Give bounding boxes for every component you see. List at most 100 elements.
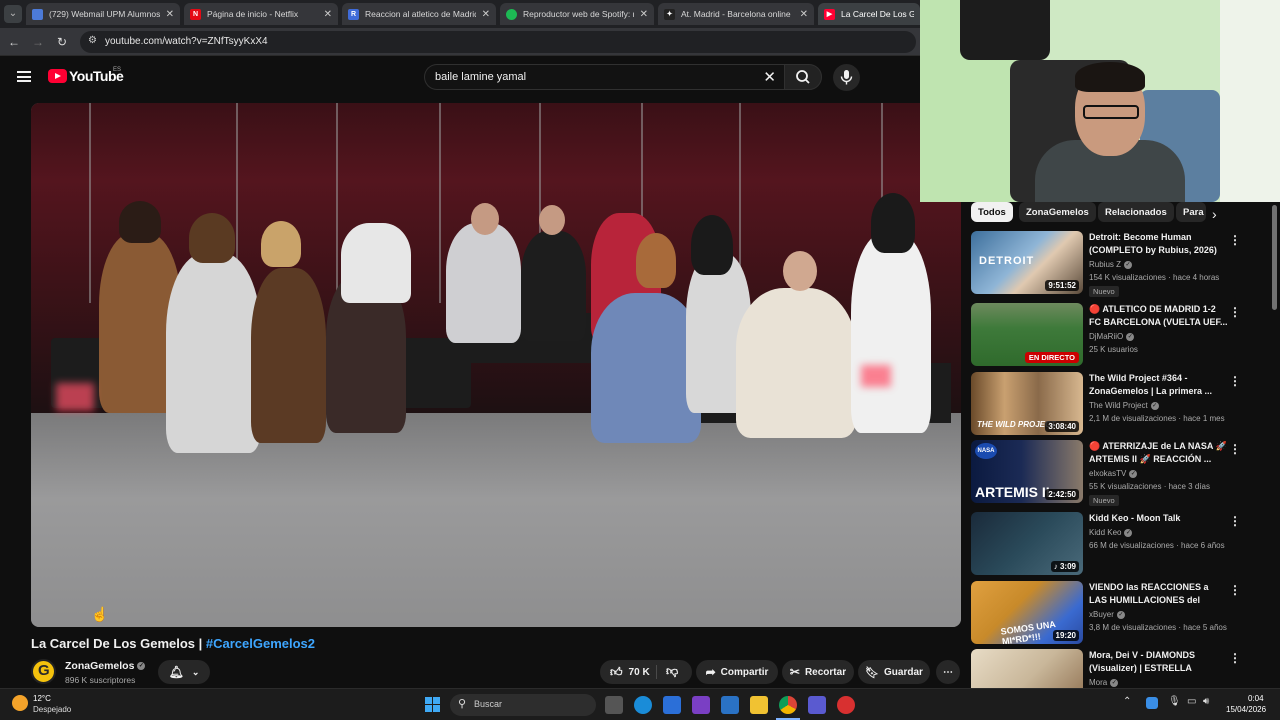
chevron-right-icon[interactable]: › xyxy=(1212,206,1217,222)
recommended-video[interactable]: THE WILD PROJECT 3:08:40 The Wild Projec… xyxy=(971,372,1271,436)
more-options-icon[interactable]: ⋮ xyxy=(1229,305,1241,319)
task-view-icon[interactable] xyxy=(605,696,623,714)
browser-tab[interactable]: (729) Webmail UPM Alumnos ✕ xyxy=(26,3,180,25)
browser-tab[interactable]: ✦ At. Madrid - Barcelona online ✕ xyxy=(658,3,814,25)
clear-search-icon[interactable]: ✕ xyxy=(763,68,776,86)
video-title[interactable]: VIENDO las REACCIONES a LAS HUMILLACIONE… xyxy=(1089,581,1229,607)
video-duration: 2:42:50 xyxy=(1045,489,1079,500)
more-options-icon[interactable]: ⋮ xyxy=(1229,514,1241,528)
weather-temp[interactable]: 12°C xyxy=(33,694,51,703)
video-thumbnail[interactable]: DETROIT 9:51:52 xyxy=(971,231,1083,294)
video-channel[interactable]: The Wild Project ✓ xyxy=(1089,401,1159,410)
browser-tab[interactable]: Reproductor web de Spotify: m ✕ xyxy=(500,3,654,25)
video-thumbnail[interactable]: EN DIRECTO xyxy=(971,303,1083,366)
video-channel[interactable]: DjMaRiiO ✓ xyxy=(1089,332,1135,341)
dislike-button[interactable]: 👎︎ xyxy=(666,664,678,679)
video-thumbnail[interactable]: SOMOS UNA MI*RD*!!! 19:20 xyxy=(971,581,1083,644)
hamburger-menu-icon[interactable] xyxy=(17,71,31,82)
notifications-button[interactable]: 🔔︎ ⌄ xyxy=(158,660,210,684)
video-title[interactable]: Detroit: Become Human (COMPLETO by Rubiu… xyxy=(1089,231,1229,257)
video-meta: 55 K visualizaciones · hace 3 días xyxy=(1089,482,1210,491)
clock-date[interactable]: 15/04/2026 xyxy=(1226,705,1266,714)
youtube-logo-icon[interactable] xyxy=(48,69,67,83)
video-channel[interactable]: Rubius Z ✓ xyxy=(1089,260,1133,269)
like-button[interactable]: 👍︎ 70 K xyxy=(610,665,650,680)
more-options-icon[interactable]: ⋮ xyxy=(1229,651,1241,665)
more-options-icon[interactable]: ⋮ xyxy=(1229,233,1241,247)
chip-para[interactable]: Para xyxy=(1176,202,1206,222)
file-explorer-icon[interactable] xyxy=(750,696,768,714)
recommended-video[interactable]: NASA ARTEMIS II 2:42:50 🔴 ATERRIZAJE de … xyxy=(971,440,1271,506)
channel-avatar[interactable]: G xyxy=(31,659,56,684)
recommended-video[interactable]: Mora, Dei V - DIAMONDS (Visualizer) | ES… xyxy=(971,649,1271,688)
back-icon[interactable]: ← xyxy=(5,33,23,51)
close-tab-icon[interactable]: ✕ xyxy=(800,9,808,20)
close-tab-icon[interactable]: ✕ xyxy=(166,9,174,20)
channel-name-text: ZonaGemelos xyxy=(65,660,135,672)
close-tab-icon[interactable]: ✕ xyxy=(324,9,332,20)
windows-start-icon[interactable] xyxy=(425,697,441,713)
forward-icon[interactable]: → xyxy=(29,33,47,51)
recommended-video[interactable]: SOMOS UNA MI*RD*!!! 19:20 VIENDO las REA… xyxy=(971,581,1271,645)
reload-icon[interactable]: ↻ xyxy=(53,33,71,51)
store-icon[interactable] xyxy=(663,696,681,714)
close-tab-icon[interactable]: ✕ xyxy=(640,9,648,20)
tab-search-icon[interactable]: ⌄ xyxy=(4,5,22,23)
onedrive-icon[interactable] xyxy=(1146,697,1158,709)
outlook-icon[interactable] xyxy=(721,696,739,714)
video-thumbnail[interactable]: ♪ 3:09 xyxy=(971,512,1083,575)
video-thumbnail[interactable]: THE WILD PROJECT 3:08:40 xyxy=(971,372,1083,435)
video-thumbnail[interactable] xyxy=(971,649,1083,688)
app-icon[interactable] xyxy=(837,696,855,714)
save-button[interactable]: 🔖︎ Guardar xyxy=(858,660,930,684)
video-player[interactable]: ☝ xyxy=(31,103,961,627)
network-icon[interactable]: ▭ xyxy=(1187,696,1196,707)
scrollbar[interactable] xyxy=(1272,205,1277,310)
share-button[interactable]: ➦ Compartir xyxy=(696,660,778,684)
video-title[interactable]: 🔴 ATLETICO DE MADRID 1-2 FC BARCELONA (V… xyxy=(1089,303,1229,329)
close-tab-icon[interactable]: ✕ xyxy=(482,9,490,20)
browser-tab[interactable]: R Reaccion al atletico de Madrid ✕ xyxy=(342,3,496,25)
more-options-icon[interactable]: ⋮ xyxy=(1229,374,1241,388)
chevron-up-icon[interactable]: ⌃ xyxy=(1123,696,1131,707)
more-actions-button[interactable]: ⋯ xyxy=(936,660,960,684)
chip-relacionados[interactable]: Relacionados xyxy=(1098,202,1174,222)
more-options-icon[interactable]: ⋮ xyxy=(1229,442,1241,456)
recommended-video[interactable]: EN DIRECTO 🔴 ATLETICO DE MADRID 1-2 FC B… xyxy=(971,303,1271,367)
video-title[interactable]: Mora, Dei V - DIAMONDS (Visualizer) | ES… xyxy=(1089,649,1229,675)
video-channel[interactable]: Kidd Keo ✓ xyxy=(1089,528,1133,537)
site-info-icon[interactable]: ⚙ xyxy=(88,35,97,46)
chrome-icon[interactable] xyxy=(779,696,797,714)
visual-studio-icon[interactable] xyxy=(692,696,710,714)
video-channel[interactable]: elxokasTV ✓ xyxy=(1089,469,1138,478)
video-hashtag-link[interactable]: #CarcelGemelos2 xyxy=(206,636,315,651)
volume-icon[interactable]: 🔊︎ xyxy=(1203,696,1209,707)
search-button[interactable] xyxy=(784,64,822,90)
video-title[interactable]: Kidd Keo - Moon Talk xyxy=(1089,512,1229,525)
browser-tab[interactable]: N Página de inicio - Netflix ✕ xyxy=(184,3,338,25)
chip-label: ZonaGemelos xyxy=(1026,206,1089,218)
bell-icon: 🔔︎ xyxy=(168,665,184,679)
voice-search-button[interactable] xyxy=(833,64,860,91)
search-input[interactable]: baile lamine yamal ✕ xyxy=(424,64,784,90)
recommended-video[interactable]: ♪ 3:09 Kidd Keo - Moon Talk Kidd Keo ✓ 66… xyxy=(971,512,1271,576)
weather-icon[interactable] xyxy=(12,695,28,711)
chip-zonagemelos[interactable]: ZonaGemelos xyxy=(1019,202,1096,222)
video-title[interactable]: The Wild Project #364 - ZonaGemelos | La… xyxy=(1089,372,1229,398)
microphone-icon[interactable]: 🎙︎ xyxy=(1168,696,1181,707)
teams-icon[interactable] xyxy=(808,696,826,714)
video-channel[interactable]: xBuyer ✓ xyxy=(1089,610,1125,619)
video-channel[interactable]: Mora ✓ xyxy=(1089,678,1119,687)
address-bar[interactable]: ⚙ youtube.com/watch?v=ZNfTsyyKxX4 xyxy=(80,31,916,53)
taskbar-search[interactable]: ⚲ Buscar xyxy=(450,694,596,716)
recommended-video[interactable]: DETROIT 9:51:52 Detroit: Become Human (C… xyxy=(971,231,1271,297)
clip-button[interactable]: ✂ Recortar xyxy=(782,660,854,684)
channel-name[interactable]: ZonaGemelos ✓ xyxy=(65,660,146,672)
browser-tab-active[interactable]: ▶ La Carcel De Los Gemelos xyxy=(818,3,920,25)
more-options-icon[interactable]: ⋮ xyxy=(1229,583,1241,597)
video-thumbnail[interactable]: NASA ARTEMIS II 2:42:50 xyxy=(971,440,1083,503)
edge-icon[interactable] xyxy=(634,696,652,714)
chip-todos[interactable]: Todos xyxy=(971,202,1013,222)
video-title[interactable]: 🔴 ATERRIZAJE de LA NASA 🚀 ARTEMIS II 🚀 R… xyxy=(1089,440,1229,466)
clock-time[interactable]: 0:04 xyxy=(1248,694,1264,703)
